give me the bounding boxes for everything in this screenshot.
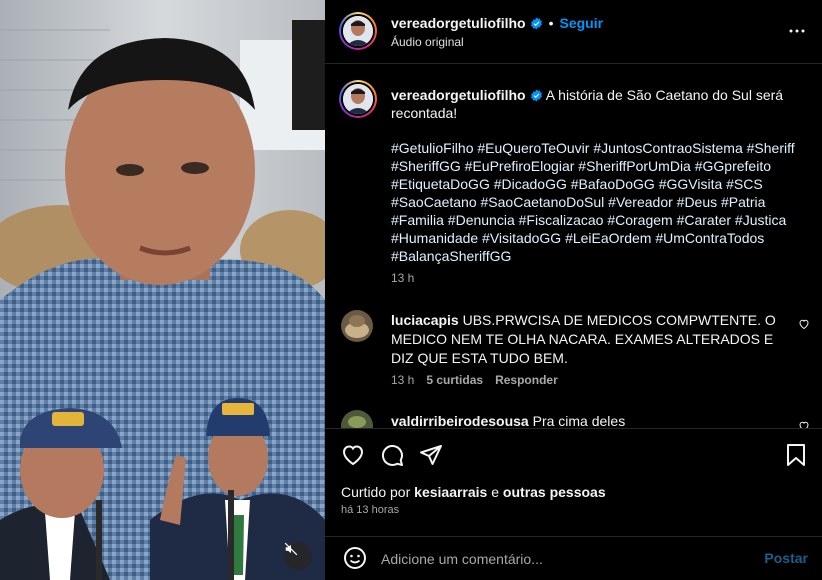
more-options-icon[interactable] <box>788 22 806 40</box>
comment-time: 13 h <box>391 373 415 387</box>
avatar-image <box>343 16 373 46</box>
liked-by-line: Curtido por kesiaarrais e outras pessoas <box>341 484 606 500</box>
avatar-image <box>341 310 373 342</box>
liked-by-others[interactable]: outras pessoas <box>503 484 606 500</box>
hashtag-list[interactable]: #GetulioFilho #EuQueroTeOuvir #JuntosCon… <box>391 140 795 264</box>
follow-button[interactable]: Seguir <box>559 15 603 31</box>
emoji-icon[interactable] <box>343 546 367 570</box>
comment-item: valdirribeirodesousa Pra cima deles <box>325 410 822 428</box>
reply-button[interactable]: Responder <box>495 373 558 387</box>
add-comment-bar: Postar <box>325 536 822 580</box>
comment-body: valdirribeirodesousa Pra cima deles <box>391 412 781 428</box>
post-actions: Curtido por kesiaarrais e outras pessoas… <box>325 428 822 579</box>
comment-heart-icon[interactable] <box>798 318 810 330</box>
author-avatar[interactable] <box>339 12 377 50</box>
comment-text: Pra cima deles <box>532 413 626 428</box>
comment-body: luciacapis UBS.PRWCISA DE MEDICOS COMPWT… <box>391 311 781 368</box>
post-time[interactable]: há 13 horas <box>341 504 399 516</box>
separator-dot: • <box>548 15 554 31</box>
caption-timestamp: 13 h <box>391 271 415 285</box>
mute-icon <box>284 542 298 556</box>
verified-badge-icon <box>530 17 542 30</box>
post-viewer: vereadorgetuliofilho • Seguir Áudio origin… <box>0 0 822 580</box>
bookmark-icon[interactable] <box>785 443 807 467</box>
post-comment-button[interactable]: Postar <box>764 550 808 566</box>
caption-author-avatar[interactable] <box>339 80 377 118</box>
comment-username[interactable]: valdirribeirodesousa <box>391 413 529 428</box>
liked-by-and: e <box>491 484 500 500</box>
audio-label[interactable]: Áudio original <box>391 35 464 49</box>
comment-heart-icon[interactable] <box>798 420 810 428</box>
post-caption: vereadorgetuliofilho A história de São C… <box>391 86 801 122</box>
post-hashtags: #GetulioFilho #EuQueroTeOuvir #JuntosCon… <box>391 139 811 265</box>
commenter-avatar[interactable] <box>341 410 373 428</box>
avatar-image <box>341 410 373 428</box>
comment-likes[interactable]: 5 curtidas <box>426 373 483 387</box>
mute-button[interactable] <box>284 542 312 570</box>
comment-input[interactable] <box>381 547 751 571</box>
share-icon[interactable] <box>419 443 443 467</box>
post-video[interactable] <box>0 0 325 580</box>
author-username[interactable]: vereadorgetuliofilho <box>391 15 526 31</box>
video-frame <box>0 0 325 580</box>
heart-icon[interactable] <box>341 443 365 467</box>
comment-icon[interactable] <box>380 443 404 467</box>
comment-username[interactable]: luciacapis <box>391 312 459 328</box>
avatar-image <box>343 84 373 114</box>
caption-username[interactable]: vereadorgetuliofilho <box>391 87 526 103</box>
post-header: vereadorgetuliofilho • Seguir Áudio origin… <box>325 0 822 64</box>
liked-by-user[interactable]: kesiaarrais <box>414 484 487 500</box>
comment-meta: 13 h 5 curtidas Responder <box>391 373 558 387</box>
post-details-panel: vereadorgetuliofilho • Seguir Áudio origin… <box>325 0 822 580</box>
liked-by-prefix: Curtido por <box>341 484 411 500</box>
commenter-avatar[interactable] <box>341 310 373 342</box>
header-user-line: vereadorgetuliofilho • Seguir <box>391 15 603 33</box>
verified-badge-icon <box>530 89 542 102</box>
